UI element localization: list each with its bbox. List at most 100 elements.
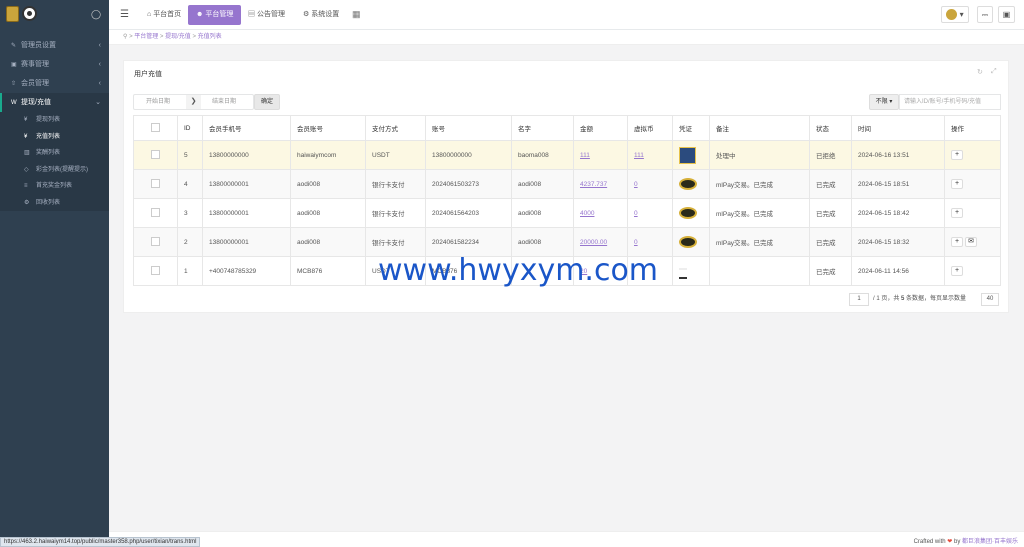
- plus-button[interactable]: +: [951, 237, 963, 247]
- tab-0[interactable]: ⌂ 平台首页: [139, 5, 189, 25]
- breadcrumb-item[interactable]: 平台管理: [134, 34, 158, 40]
- tab-3[interactable]: ⚙ 系统设置: [295, 5, 347, 25]
- diamond-icon: ◇: [24, 166, 29, 173]
- sidebar-item-active[interactable]: W 提现/充值 ⌄: [0, 93, 109, 112]
- checkbox-cell: [133, 198, 178, 228]
- sidebar-item-label: 赛事管理: [21, 61, 49, 68]
- sidebar-item-label: 会员管理: [21, 80, 49, 87]
- plus-button[interactable]: +: [951, 266, 963, 276]
- tab-label: 平台管理: [205, 11, 234, 18]
- checkbox-cell: [133, 140, 178, 170]
- table-cell: MCB876: [290, 256, 366, 286]
- column-header: 账号: [425, 115, 512, 141]
- table-cell: 1: [177, 256, 203, 286]
- table-cell: 银行卡支付: [365, 198, 426, 228]
- row-checkbox[interactable]: [151, 236, 160, 246]
- drop-icon[interactable]: ◯: [91, 9, 101, 20]
- yen-icon: ¥: [24, 117, 28, 123]
- top-bar: ☰ ⌂ 平台首页 ☻ 平台管理 ▤ 公告管理 ⚙ 系统设置 ▦ ▾ ⎓ ▣: [109, 0, 1024, 30]
- submenu-item[interactable]: ¥ 充值列表: [0, 129, 109, 146]
- proof-thumbnail[interactable]: [679, 178, 697, 190]
- coin-link[interactable]: 0: [634, 239, 638, 246]
- submenu-item[interactable]: ◇ 彩金列表(提醒提示): [0, 162, 109, 179]
- row-checkbox[interactable]: [151, 265, 160, 275]
- filter-label: 不限: [875, 99, 888, 105]
- table-cell: 4000: [573, 198, 628, 228]
- table-cell: [672, 169, 710, 199]
- footer-link[interactable]: 都巨浪集团·百丰娱乐: [962, 539, 1018, 545]
- table-cell: 111: [627, 140, 673, 170]
- sidebar-item[interactable]: ⇧ 会员管理 ‹: [0, 74, 109, 93]
- table-cell: 已完成: [809, 256, 852, 286]
- row-checkbox[interactable]: [151, 149, 160, 159]
- table-cell: 2024061564203: [425, 198, 512, 228]
- watermark: www.hwyxym.com: [378, 253, 659, 288]
- chart-icon: ▥: [24, 150, 30, 156]
- plus-button[interactable]: +: [951, 208, 963, 218]
- coin-link[interactable]: 0: [634, 181, 638, 188]
- sidebar-submenu: ¥ 提现列表 ¥ 充值列表 ▥ 奖酬列表 ◇ 彩金列表(提醒提示) ≡ 首充奖金列表 ⚙ 回收列表: [0, 112, 109, 211]
- submenu-item[interactable]: ¥ 提现列表: [0, 112, 109, 129]
- plus-button[interactable]: +: [951, 150, 963, 160]
- coin-link[interactable]: 0: [634, 210, 638, 217]
- status-url: https://463.2.haiwaiym14.top/public/mast…: [0, 537, 201, 547]
- column-header: 虚拟币: [627, 115, 673, 141]
- submenu-item[interactable]: ≡ 首充奖金列表: [0, 178, 109, 195]
- table-cell: 2024061503273: [425, 169, 512, 199]
- row-checkbox[interactable]: [151, 207, 160, 217]
- proof-thumbnail[interactable]: [679, 146, 696, 164]
- table-row: 4 13800000001 aodi008 银行卡支付 2024061503273 aod…: [133, 169, 1001, 199]
- grid-icon[interactable]: ▦: [352, 9, 361, 20]
- tab-1[interactable]: ☻ 平台管理: [188, 5, 242, 25]
- tab-2[interactable]: ▤ 公告管理: [240, 5, 293, 25]
- confirm-button[interactable]: 确定: [254, 94, 280, 110]
- lock-icon[interactable]: ▣: [998, 6, 1015, 23]
- start-date-input[interactable]: 开始日期: [146, 95, 170, 109]
- table-cell: USDT: [365, 140, 426, 170]
- per-page-select[interactable]: 40: [981, 293, 999, 306]
- page-input[interactable]: 1: [849, 293, 869, 306]
- menu-toggle-icon[interactable]: ☰: [120, 9, 129, 20]
- table-cell: 13800000001: [202, 198, 291, 228]
- row-checkbox[interactable]: [151, 178, 160, 188]
- footer: Crafted with ❤ by 都巨浪集团·百丰娱乐: [109, 531, 1024, 547]
- plus-button[interactable]: +: [951, 179, 963, 189]
- filter-select[interactable]: 不限 ▾: [869, 94, 899, 110]
- proof-thumbnail[interactable]: [679, 263, 687, 279]
- mail-button[interactable]: ✉: [965, 237, 977, 247]
- refresh-icon[interactable]: ↻: [977, 68, 983, 76]
- user-menu-button[interactable]: ▾: [941, 6, 969, 23]
- notice-icon: ▤: [248, 11, 255, 18]
- table-row: 3 13800000001 aodi008 银行卡支付 2024061564203 aod…: [133, 198, 1001, 228]
- breadcrumb-item[interactable]: 提现/充值: [165, 34, 191, 40]
- column-header: [133, 115, 178, 141]
- table-cell: 0: [627, 169, 673, 199]
- chevron-left-icon: ‹: [98, 80, 101, 87]
- search-input[interactable]: 请输入ID/账号/手机号码/充值: [899, 94, 1001, 110]
- amount-link[interactable]: 20000.00: [580, 239, 607, 246]
- end-date-input[interactable]: 结束日期: [212, 95, 236, 109]
- proof-thumbnail[interactable]: [679, 207, 697, 219]
- select-all-checkbox[interactable]: [151, 122, 160, 132]
- logo-icon: [6, 6, 19, 22]
- list-icon: ≡: [24, 183, 28, 189]
- amount-link[interactable]: 111: [580, 152, 590, 159]
- sidebar-item[interactable]: ✎ 管理员设置 ‹: [0, 36, 109, 55]
- wrench-icon: ✎: [11, 43, 17, 49]
- tab-label: 公告管理: [256, 11, 285, 18]
- amount-link[interactable]: 4000: [580, 210, 594, 217]
- pagination-text: 条数据，每页显示数量: [906, 296, 967, 302]
- fullscreen-icon[interactable]: ⤢: [991, 68, 997, 76]
- breadcrumb-item[interactable]: 充值列表: [198, 34, 222, 40]
- table-cell: +400748785329: [202, 256, 291, 286]
- table-cell: 3: [177, 198, 203, 228]
- checkbox-cell: [133, 227, 178, 257]
- submenu-item[interactable]: ▥ 奖酬列表: [0, 145, 109, 162]
- proof-thumbnail[interactable]: [679, 236, 697, 248]
- trash-icon[interactable]: ⎓: [977, 6, 993, 23]
- submenu-item[interactable]: ⚙ 回收列表: [0, 195, 109, 212]
- coin-link[interactable]: 111: [634, 152, 644, 159]
- amount-link[interactable]: 4237.737: [580, 181, 607, 188]
- table-cell: [672, 140, 710, 170]
- sidebar-item[interactable]: ▣ 赛事管理 ‹: [0, 55, 109, 74]
